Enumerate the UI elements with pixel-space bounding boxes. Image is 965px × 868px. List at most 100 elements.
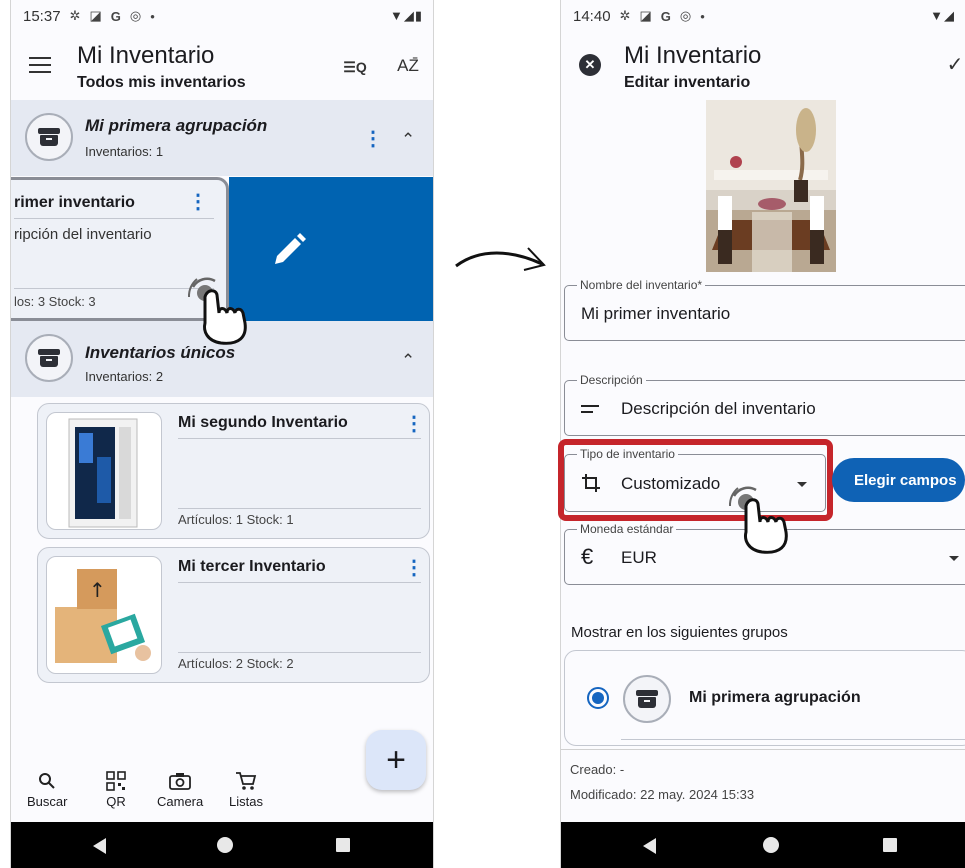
tap-hand-icon xyxy=(187,277,247,345)
home-icon[interactable] xyxy=(217,837,233,853)
card-divider xyxy=(14,218,214,219)
card-divider xyxy=(178,582,421,583)
card-description: ripción del inventario xyxy=(14,226,152,243)
back-icon[interactable] xyxy=(93,838,106,854)
description-field[interactable]: Descripción Descripción del inventario xyxy=(564,373,965,436)
a-icon: ◪ xyxy=(89,8,102,23)
search-icon xyxy=(38,768,56,794)
a-icon: ◪ xyxy=(639,8,652,23)
menu-icon[interactable] xyxy=(27,52,53,78)
g-icon: G xyxy=(110,8,121,24)
status-bar: 15:37 ✲ ◪ G ◎ • ▼◢▮ xyxy=(11,0,433,32)
app-subtitle: Editar inventario xyxy=(624,74,751,91)
group-avatar xyxy=(25,113,73,161)
home-icon[interactable] xyxy=(763,837,779,853)
group-menu-icon[interactable]: ⋮ xyxy=(363,129,383,149)
short-text-icon xyxy=(581,402,599,420)
card-divider xyxy=(178,652,421,653)
show-in-groups-label: Mostrar en los siguientes grupos xyxy=(571,624,788,641)
inventory-name-field[interactable]: Nombre del inventario* Mi primer inventa… xyxy=(564,278,965,341)
group-count: Inventarios: 1 xyxy=(85,144,164,159)
collapse-chevron-icon[interactable]: ⌃ xyxy=(401,351,415,371)
dropdown-arrow-icon xyxy=(949,556,959,561)
recents-icon[interactable] xyxy=(336,838,350,852)
group-avatar xyxy=(623,675,671,723)
choose-fields-button[interactable]: Elegir campos xyxy=(832,458,965,502)
nav-item-listas[interactable]: Listas xyxy=(229,768,263,809)
camera-icon xyxy=(169,768,192,794)
gear-icon: ✲ xyxy=(619,8,631,23)
sort-az-icon[interactable]: AZ̄ xyxy=(394,52,422,80)
card-stats: los: 3 Stock: 3 xyxy=(14,294,96,309)
app-bar: ✕ Mi Inventario Editar inventario ✓ xyxy=(561,32,965,100)
field-label: Nombre del inventario* xyxy=(577,278,706,292)
dot-icon: • xyxy=(700,8,705,24)
inventory-photo[interactable] xyxy=(706,100,836,272)
g-icon: G xyxy=(660,8,671,24)
nav-item-camera[interactable]: Camera xyxy=(157,768,203,809)
status-time: 14:40 xyxy=(573,7,611,25)
recents-icon[interactable] xyxy=(883,838,897,852)
signal-battery-icon: ▼◢ xyxy=(930,8,955,23)
at-icon: ◎ xyxy=(679,8,692,23)
card-title: Mi tercer Inventario xyxy=(178,558,326,575)
nav-item-buscar[interactable]: Buscar xyxy=(27,768,67,809)
right-phone-screen: 14:40 ✲ ◪ G ◎ • ▼◢ ✕ Mi Inventario Edita… xyxy=(560,0,965,868)
close-icon[interactable]: ✕ xyxy=(579,54,601,76)
svg-text:↑: ↑ xyxy=(89,578,106,602)
group-header-primera[interactable]: Mi primera agrupación Inventarios: 1 ⋮ ⌃ xyxy=(11,100,433,176)
pc-tower-icon xyxy=(46,412,162,530)
gear-icon: ✲ xyxy=(69,8,81,23)
inventory-card[interactable]: Mi segundo Inventario ⋮ Artículos: 1 Sto… xyxy=(37,403,430,539)
nav-label: Camera xyxy=(157,794,204,809)
check-icon[interactable]: ✓ xyxy=(945,52,965,76)
cart-icon xyxy=(235,768,257,794)
system-navigation-bar xyxy=(11,822,433,868)
group-count: Inventarios: 2 xyxy=(85,369,164,384)
card-title: rimer inventario xyxy=(14,194,135,211)
system-navigation-bar xyxy=(561,822,965,868)
nav-label: Buscar xyxy=(27,794,68,809)
created-date: Creado: - xyxy=(570,762,625,777)
status-bar: 14:40 ✲ ◪ G ◎ • ▼◢ xyxy=(561,0,965,32)
field-value: Descripción del inventario xyxy=(621,399,816,418)
filter-search-icon[interactable]: ☰Q xyxy=(341,54,369,80)
card-divider xyxy=(178,508,421,509)
boxes-checklist-icon: ↑ xyxy=(46,556,162,674)
group-name: Mi primera agrupación xyxy=(85,116,268,135)
field-label: Descripción xyxy=(577,373,646,387)
archive-box-icon xyxy=(636,690,658,708)
group-radio[interactable] xyxy=(587,687,609,709)
field-label: Moneda estándar xyxy=(577,522,677,536)
card-divider xyxy=(621,739,965,740)
nav-label: Listas xyxy=(229,794,263,809)
at-icon: ◎ xyxy=(129,8,142,23)
signal-battery-icon: ▼◢▮ xyxy=(389,8,423,23)
nav-item-qr[interactable]: QR xyxy=(106,768,126,809)
group-option-card[interactable]: Mi primera agrupación xyxy=(564,650,965,746)
archive-box-icon xyxy=(38,349,60,367)
modified-date: Modificado: 22 may. 2024 15:33 xyxy=(570,787,755,802)
dot-icon: • xyxy=(150,8,155,24)
group-avatar xyxy=(25,334,73,382)
card-divider xyxy=(178,438,421,439)
app-title: Mi Inventario xyxy=(77,42,215,69)
collapse-chevron-icon[interactable]: ⌃ xyxy=(401,130,415,150)
card-menu-icon[interactable]: ⋮ xyxy=(404,558,424,578)
card-menu-icon[interactable]: ⋮ xyxy=(404,414,424,434)
back-icon[interactable] xyxy=(643,838,656,854)
transition-arrow-icon xyxy=(455,247,546,271)
group-option-name: Mi primera agrupación xyxy=(689,689,861,706)
card-menu-icon[interactable]: ⋮ xyxy=(188,192,208,212)
app-title: Mi Inventario xyxy=(624,42,762,69)
field-value: EUR xyxy=(621,548,657,567)
archive-box-icon xyxy=(38,128,60,146)
app-bar: Mi Inventario Todos mis inventarios ☰Q A… xyxy=(11,32,433,100)
inventory-card[interactable]: ↑ Mi tercer Inventario ⋮ Artículos: 2 St… xyxy=(37,547,430,683)
qr-icon xyxy=(106,768,126,794)
tap-hand-icon xyxy=(728,486,788,554)
nav-label: QR xyxy=(106,794,126,809)
pencil-icon xyxy=(275,233,306,264)
divider xyxy=(561,749,965,750)
status-time: 15:37 xyxy=(23,7,61,25)
